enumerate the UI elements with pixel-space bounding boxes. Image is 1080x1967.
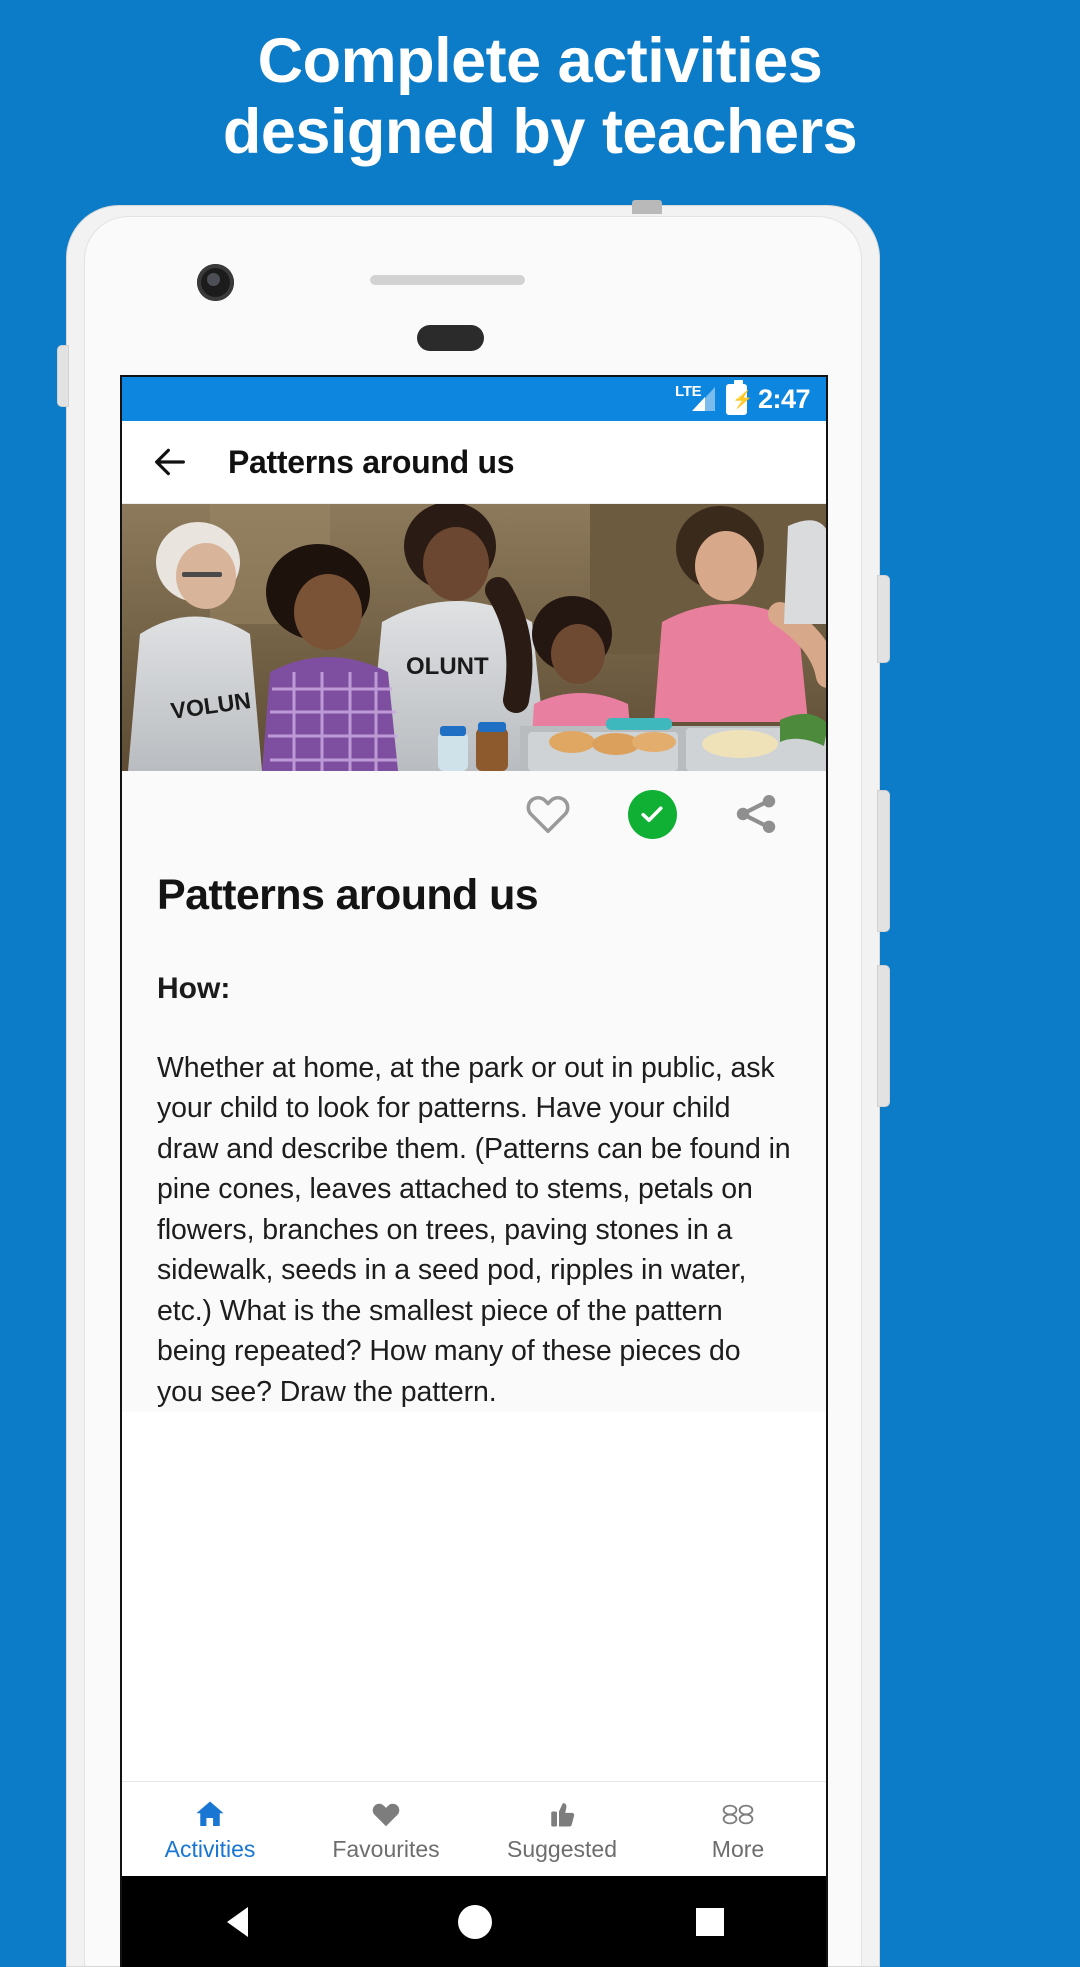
phone-antenna-nub: [632, 200, 662, 214]
thumb-up-icon: [547, 1796, 577, 1830]
more-icon: [720, 1796, 756, 1830]
front-camera-icon: [197, 264, 234, 301]
promo-headline: Complete activities designed by teachers: [0, 26, 1080, 167]
signal-strength-icon: LTE: [675, 384, 715, 413]
activity-title: Patterns around us: [157, 871, 539, 919]
activity-hero-image: VOLUN OLUNT: [122, 504, 826, 771]
bottom-navigation: Activities Favourites Suggested More: [122, 1781, 826, 1876]
nav-label-activities: Activities: [164, 1835, 256, 1862]
heart-outline-icon[interactable]: [522, 788, 574, 840]
promo-headline-line-2: designed by teachers: [222, 96, 858, 167]
activity-action-bar: [122, 771, 826, 857]
phone-left-button: [58, 346, 68, 406]
hardware-home-button[interactable]: [417, 325, 484, 351]
earpiece-speaker: [370, 275, 525, 285]
nav-label-favourites: Favourites: [332, 1835, 440, 1862]
heart-filled-icon: [370, 1796, 402, 1830]
nav-item-suggested[interactable]: Suggested: [474, 1782, 650, 1876]
svg-text:OLUNT: OLUNT: [406, 653, 489, 680]
page-title: Patterns around us: [228, 443, 515, 480]
phone-power-button: [878, 576, 889, 662]
activity-content: Patterns around us How: Whether at home,…: [122, 857, 826, 1413]
status-bar-clock: 2:47: [757, 383, 811, 414]
how-label: How:: [157, 972, 231, 1005]
share-icon[interactable]: [730, 788, 782, 840]
nav-item-favourites[interactable]: Favourites: [298, 1782, 474, 1876]
nav-label-suggested: Suggested: [507, 1835, 617, 1862]
circle-home-icon[interactable]: [455, 1902, 495, 1942]
app-bar: Patterns around us: [122, 421, 826, 504]
check-circle-icon[interactable]: [626, 788, 678, 840]
phone-body: LTE ⚡ 2:47 Patterns around us VOLUN OLUN…: [84, 216, 862, 1967]
nav-item-more[interactable]: More: [650, 1782, 826, 1876]
phone-screen: LTE ⚡ 2:47 Patterns around us VOLUN OLUN…: [120, 375, 828, 1967]
home-icon: [193, 1796, 227, 1830]
phone-volume-up-button: [878, 791, 889, 931]
nav-label-more: More: [711, 1835, 765, 1862]
phone-mockup: LTE ⚡ 2:47 Patterns around us VOLUN OLUN…: [58, 200, 889, 1967]
phone-volume-down-button: [878, 966, 889, 1106]
triangle-back-icon[interactable]: [222, 1904, 256, 1940]
arrow-left-icon[interactable]: [148, 440, 192, 484]
status-bar: LTE ⚡ 2:47: [122, 377, 826, 421]
square-recents-icon[interactable]: [694, 1906, 726, 1938]
activity-description: Whether at home, at the park or out in p…: [157, 1052, 791, 1408]
promo-headline-line-1: Complete activities: [257, 26, 823, 96]
android-navigation-bar: [122, 1876, 826, 1967]
battery-charging-icon: ⚡: [725, 379, 753, 415]
nav-item-activities[interactable]: Activities: [122, 1782, 298, 1876]
